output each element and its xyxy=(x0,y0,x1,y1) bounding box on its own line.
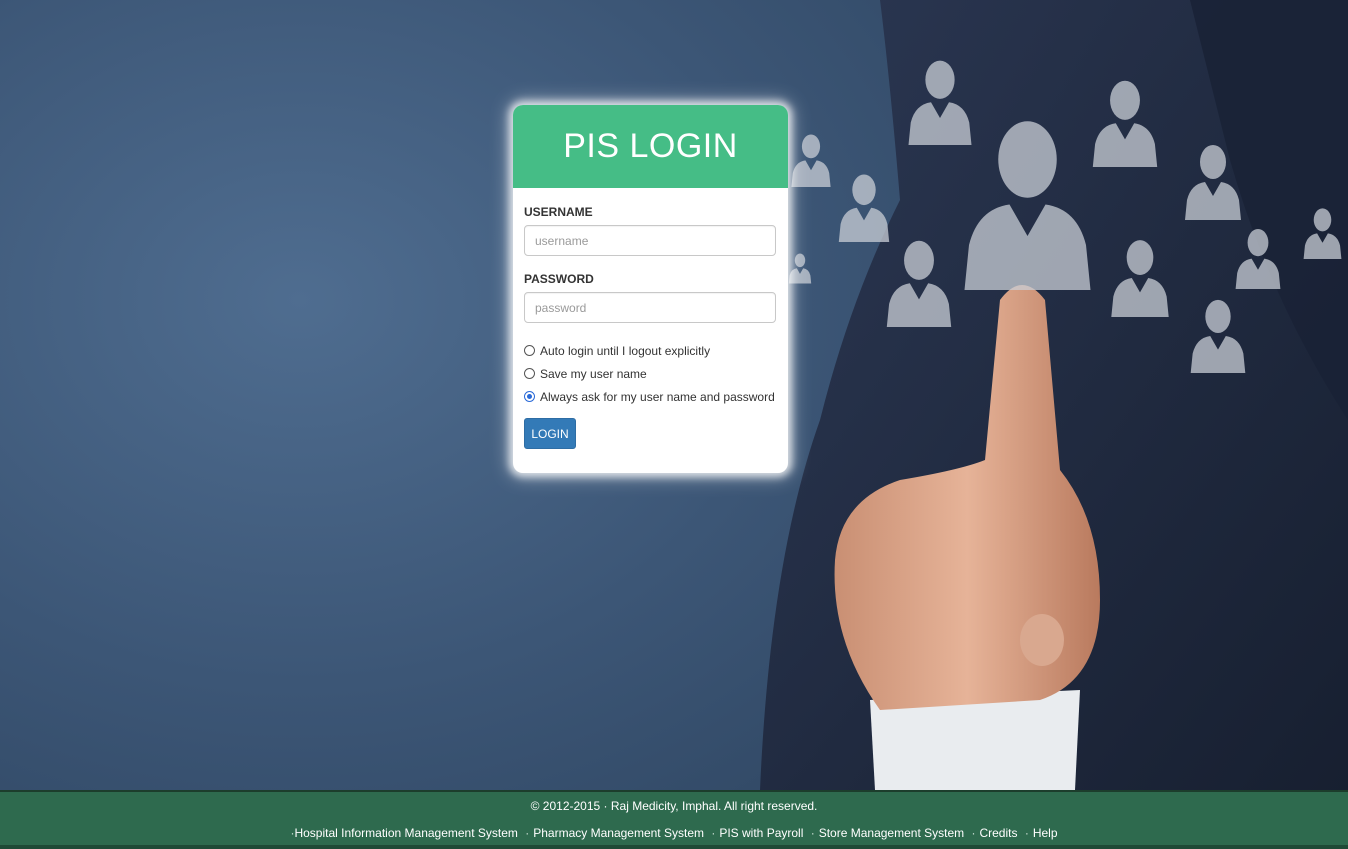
footer-link-hims[interactable]: Hospital Information Management System xyxy=(294,826,517,840)
footer-links: ·Hospital Information Management System … xyxy=(0,826,1348,840)
option-auto-login-label: Auto login until I logout explicitly xyxy=(540,343,711,358)
password-input[interactable] xyxy=(524,292,776,323)
option-always-ask[interactable]: Always ask for my user name and password xyxy=(524,385,777,408)
copyright-text: © 2012-2015 · Raj Medicity, Imphal. All … xyxy=(530,799,818,813)
footer-separator: · xyxy=(1024,826,1029,840)
option-save-username-label: Save my user name xyxy=(540,366,647,381)
footer-link-store[interactable]: Store Management System xyxy=(819,826,964,840)
login-title: PIS LOGIN xyxy=(563,127,738,165)
radio-auto-login[interactable] xyxy=(524,345,535,356)
username-input[interactable] xyxy=(524,225,776,256)
login-button[interactable]: LOGIN xyxy=(524,418,576,449)
radio-save-username[interactable] xyxy=(524,368,535,379)
radio-always-ask[interactable] xyxy=(524,391,535,402)
footer: © 2012-2015 · Raj Medicity, Imphal. All … xyxy=(0,790,1348,849)
footer-separator: · xyxy=(525,826,530,840)
password-label: PASSWORD xyxy=(524,272,594,286)
option-auto-login[interactable]: Auto login until I logout explicitly xyxy=(524,339,777,362)
footer-separator: · xyxy=(971,826,976,840)
footer-separator: · xyxy=(711,826,716,840)
username-label: USERNAME xyxy=(524,205,593,219)
option-always-ask-label: Always ask for my user name and password xyxy=(540,389,775,404)
login-header: PIS LOGIN xyxy=(513,105,788,188)
option-save-username[interactable]: Save my user name xyxy=(524,362,777,385)
login-options: Auto login until I logout explicitly Sav… xyxy=(524,339,777,408)
footer-link-credits[interactable]: Credits xyxy=(979,826,1017,840)
login-panel: PIS LOGIN USERNAME PASSWORD Auto login u… xyxy=(513,105,788,473)
footer-link-pharmacy[interactable]: Pharmacy Management System xyxy=(533,826,704,840)
footer-link-pis-payroll[interactable]: PIS with Payroll xyxy=(719,826,803,840)
login-form: USERNAME PASSWORD Auto login until I log… xyxy=(513,188,788,449)
footer-separator: · xyxy=(810,826,815,840)
footer-link-help[interactable]: Help xyxy=(1033,826,1058,840)
